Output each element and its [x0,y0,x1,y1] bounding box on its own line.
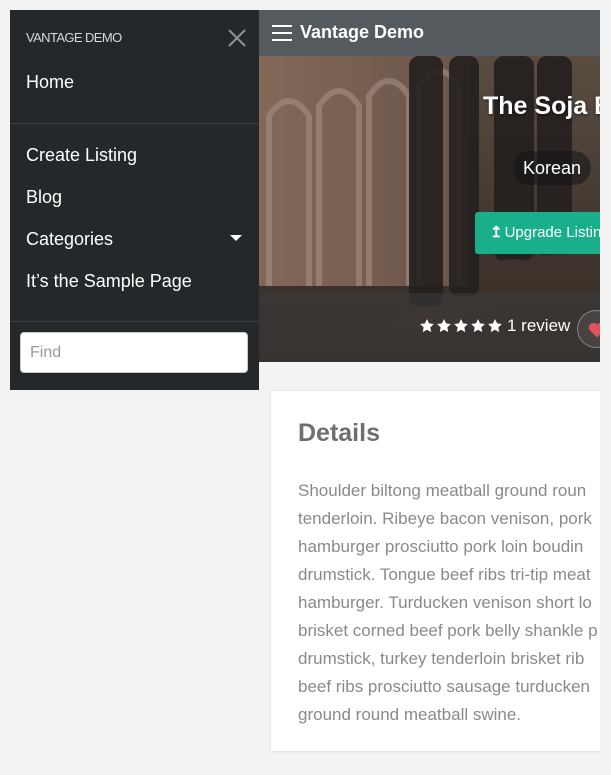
star-icon [420,319,434,333]
details-line: hamburger prosciutto pork loin boudin [298,537,584,556]
heart-icon [588,322,600,338]
details-line: ground round meatball swine. [298,705,522,724]
arrow-up-icon: ↥ [490,224,503,241]
star-icon [471,319,485,333]
nav-item-blog[interactable]: Blog [26,187,62,208]
rating-bar: 1 review [259,293,600,362]
details-line: drumstick. Tongue beef ribs tri-tip meat [298,565,591,584]
details-line: drumstick, turkey tenderloin brisket rib [298,649,585,668]
listing-title: The Soja B [483,92,600,120]
caret-down-icon[interactable] [230,235,242,241]
top-bar: Vantage Demo [259,10,600,56]
nav-item-sample-page[interactable]: It’s the Sample Page [26,271,192,292]
star-icon [437,319,451,333]
nav-item-create-listing[interactable]: Create Listing [26,145,137,166]
site-title[interactable]: Vantage Demo [300,22,424,43]
star-icon [488,319,502,333]
details-line: brisket corned beef pork belly shankle p [298,621,598,640]
details-heading: Details [298,419,380,447]
details-line: tenderloin. Ribeye bacon venison, pork [298,509,592,528]
side-drawer: VANTAGE DEMO Home Create Listing Blog Ca… [10,10,259,390]
star-icon [454,319,468,333]
details-line: beef ribs prosciutto sausage turducken [298,677,591,696]
close-icon [228,29,246,47]
drawer-header: VANTAGE DEMO [10,10,259,66]
star-rating [419,318,503,336]
main-content: Vantage Demo The Soja B Korean ↥ Upgrade… [259,10,600,765]
drawer-brand[interactable]: VANTAGE DEMO [26,30,122,45]
details-text: Shoulder biltong meatball ground roun te… [298,477,600,729]
drawer-divider [10,123,259,124]
close-drawer-button[interactable] [225,26,249,50]
listing-hero: The Soja B Korean ↥ Upgrade Listin 1 revi… [259,56,600,362]
review-count-link[interactable]: 1 review [507,316,570,336]
search-input[interactable] [20,332,248,373]
category-badge[interactable]: Korean [513,151,592,185]
details-card: Details Shoulder biltong meatball ground… [270,390,600,752]
upgrade-listing-label: Upgrade Listin [504,224,600,241]
details-line: hamburger. Turducken venison short lo [298,593,592,612]
details-line: Shoulder biltong meatball ground roun [298,481,587,500]
hamburger-menu-icon[interactable] [272,25,292,42]
upgrade-listing-button[interactable]: ↥ Upgrade Listin [475,212,600,254]
nav-item-categories[interactable]: Categories [26,229,113,250]
nav-item-home[interactable]: Home [26,72,74,93]
drawer-divider [10,321,259,322]
favorite-button[interactable] [577,310,600,348]
